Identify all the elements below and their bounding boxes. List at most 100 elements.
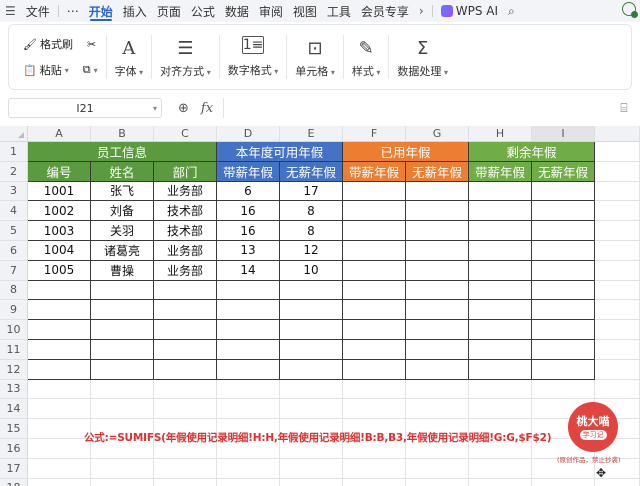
table-cell[interactable]: 16 — [217, 201, 280, 222]
column-header-e[interactable]: E — [280, 126, 343, 142]
cell[interactable] — [217, 300, 280, 321]
column-header-g[interactable]: G — [406, 126, 469, 142]
cell[interactable] — [91, 280, 154, 301]
cell[interactable] — [532, 478, 595, 486]
cell[interactable] — [343, 221, 406, 241]
paste-button[interactable]: 📋 粘贴 ▾ — [23, 62, 69, 78]
cell[interactable] — [595, 201, 640, 222]
cell[interactable] — [343, 340, 406, 360]
cell[interactable] — [217, 359, 280, 380]
cell[interactable] — [91, 320, 154, 340]
cell[interactable] — [343, 241, 406, 261]
cell[interactable] — [154, 379, 217, 400]
table-cell[interactable]: 诸葛亮 — [91, 241, 154, 261]
cell[interactable] — [28, 300, 91, 321]
select-all-corner[interactable] — [0, 126, 28, 142]
cell[interactable] — [217, 340, 280, 360]
row-header-12[interactable]: 12 — [0, 359, 28, 380]
cell[interactable] — [28, 280, 91, 301]
sub-header-cell[interactable]: 带薪年假 — [469, 161, 532, 182]
cut-button[interactable]: ✂ — [87, 38, 96, 51]
menu-view-tab[interactable]: 视图 — [288, 0, 322, 22]
cell[interactable] — [469, 300, 532, 321]
search-icon[interactable]: ⌕ — [503, 0, 520, 22]
row-header-10[interactable]: 10 — [0, 320, 28, 340]
table-cell[interactable]: 13 — [217, 241, 280, 261]
cell[interactable] — [406, 280, 469, 301]
cell[interactable] — [343, 320, 406, 340]
table-cell[interactable]: 张飞 — [91, 181, 154, 202]
table-cell[interactable]: 6 — [217, 181, 280, 202]
cell[interactable] — [406, 320, 469, 340]
sub-header-cell[interactable]: 无薪年假 — [532, 161, 595, 182]
cell[interactable] — [406, 359, 469, 380]
group-header-available-leave[interactable]: 本年度可用年假 — [217, 142, 343, 162]
cell[interactable] — [406, 241, 469, 261]
cell[interactable] — [217, 478, 280, 486]
formula-input[interactable] — [223, 98, 616, 118]
cell[interactable] — [91, 379, 154, 400]
cell[interactable] — [406, 379, 469, 400]
chevron-right-icon[interactable]: › — [414, 0, 429, 22]
row-header-16[interactable]: 16 — [0, 439, 28, 459]
cell[interactable] — [469, 221, 532, 241]
column-header-b[interactable]: B — [91, 126, 154, 142]
cell[interactable] — [91, 478, 154, 486]
cell[interactable] — [595, 340, 640, 360]
cell[interactable] — [154, 300, 217, 321]
cell[interactable] — [28, 419, 91, 439]
data-processing-button[interactable]: Σ 数据处理 — [389, 25, 456, 89]
column-header-c[interactable]: C — [154, 126, 217, 142]
cell[interactable] — [280, 340, 343, 360]
table-cell[interactable]: 1002 — [28, 201, 91, 222]
row-header-18[interactable]: 18 — [0, 478, 28, 486]
cell[interactable] — [595, 221, 640, 241]
cell[interactable] — [469, 201, 532, 222]
column-header-extra[interactable] — [595, 126, 640, 142]
cell[interactable] — [217, 399, 280, 420]
cell[interactable] — [406, 300, 469, 321]
menu-home-tab[interactable]: 开始 — [84, 0, 118, 22]
cell[interactable] — [469, 399, 532, 420]
cell[interactable] — [469, 340, 532, 360]
row-header-9[interactable]: 9 — [0, 300, 28, 321]
row-header-15[interactable]: 15 — [0, 419, 28, 439]
cell[interactable] — [532, 300, 595, 321]
cell[interactable] — [280, 320, 343, 340]
table-cell[interactable]: 业务部 — [154, 181, 217, 202]
cell[interactable] — [343, 181, 406, 202]
cell[interactable] — [154, 340, 217, 360]
cell[interactable] — [280, 379, 343, 400]
row-header-3[interactable]: 3 — [0, 181, 28, 202]
cell[interactable] — [28, 399, 91, 420]
menu-review-tab[interactable]: 审阅 — [254, 0, 288, 22]
cell[interactable] — [343, 201, 406, 222]
cell[interactable] — [469, 359, 532, 380]
cell[interactable] — [595, 241, 640, 261]
cell[interactable] — [217, 458, 280, 479]
row-header-7[interactable]: 7 — [0, 260, 28, 281]
menu-data-tab[interactable]: 数据 — [220, 0, 254, 22]
cell[interactable] — [91, 458, 154, 479]
table-cell[interactable]: 关羽 — [91, 221, 154, 241]
cell[interactable] — [28, 379, 91, 400]
column-header-h[interactable]: H — [469, 126, 532, 142]
cell[interactable] — [343, 379, 406, 400]
table-cell[interactable]: 1001 — [28, 181, 91, 202]
sub-header-cell[interactable]: 带薪年假 — [343, 161, 406, 182]
cell[interactable] — [154, 280, 217, 301]
fx-icon[interactable]: fx — [201, 101, 213, 116]
sub-header-cell[interactable]: 无薪年假 — [406, 161, 469, 182]
row-header-14[interactable]: 14 — [0, 399, 28, 420]
cell[interactable] — [532, 379, 595, 400]
cell[interactable] — [406, 221, 469, 241]
menu-hamburger-icon[interactable]: ☰ — [0, 0, 21, 22]
name-box[interactable]: I21 — [8, 98, 162, 118]
number-format-button[interactable]: 1≡ 数字格式 — [220, 25, 287, 89]
cell[interactable] — [154, 478, 217, 486]
cell[interactable] — [280, 399, 343, 420]
row-header-13[interactable]: 13 — [0, 379, 28, 400]
wps-ai-button[interactable]: WPS AI — [436, 0, 503, 22]
column-header-d[interactable]: D — [217, 126, 280, 142]
sub-header-cell[interactable]: 部门 — [154, 161, 217, 182]
